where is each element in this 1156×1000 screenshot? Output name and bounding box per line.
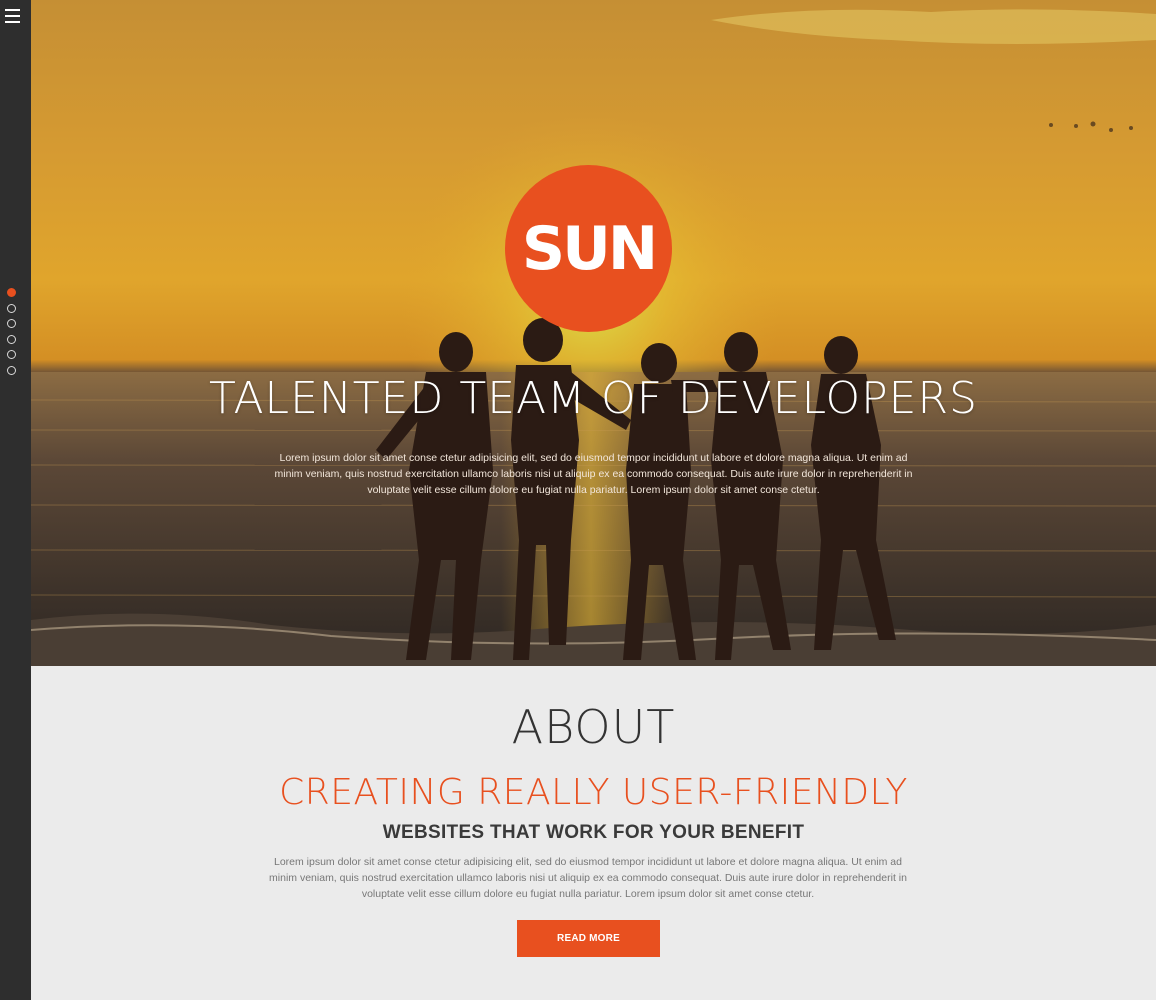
about-subtitle: CREATING REALLY USER-FRIENDLY bbox=[279, 772, 908, 813]
hero-description: Lorem ipsum dolor sit amet conse ctetur … bbox=[274, 452, 913, 496]
hero-section: SUN TALENTED TEAM OF DEVELOPERS Lorem ip… bbox=[31, 0, 1156, 666]
nav-dot-6[interactable] bbox=[7, 365, 16, 375]
hamburger-menu-icon[interactable] bbox=[5, 9, 20, 23]
about-section: ABOUT CREATING REALLY USER-FRIENDLY WEBS… bbox=[31, 666, 1156, 1000]
about-tagline: WEBSITES THAT WORK FOR YOUR BENEFIT bbox=[382, 822, 805, 843]
nav-dot-2[interactable] bbox=[7, 303, 16, 313]
logo-text: SUN bbox=[521, 213, 658, 284]
nav-dot-5[interactable] bbox=[7, 350, 16, 359]
nav-dot-3[interactable] bbox=[7, 319, 16, 328]
hero-title: TALENTED TEAM OF DEVELOPERS bbox=[209, 373, 978, 424]
about-title: ABOUT bbox=[511, 700, 676, 754]
about-description: Lorem ipsum dolor sit amet conse ctetur … bbox=[269, 856, 907, 900]
sidebar bbox=[0, 0, 31, 1000]
sun-logo[interactable]: SUN bbox=[505, 165, 672, 332]
read-more-button[interactable]: READ MORE bbox=[517, 920, 660, 957]
hero-background-image bbox=[31, 9, 1156, 666]
section-nav-dots bbox=[7, 288, 16, 375]
nav-dot-1[interactable] bbox=[7, 288, 16, 297]
nav-dot-4[interactable] bbox=[7, 334, 16, 344]
